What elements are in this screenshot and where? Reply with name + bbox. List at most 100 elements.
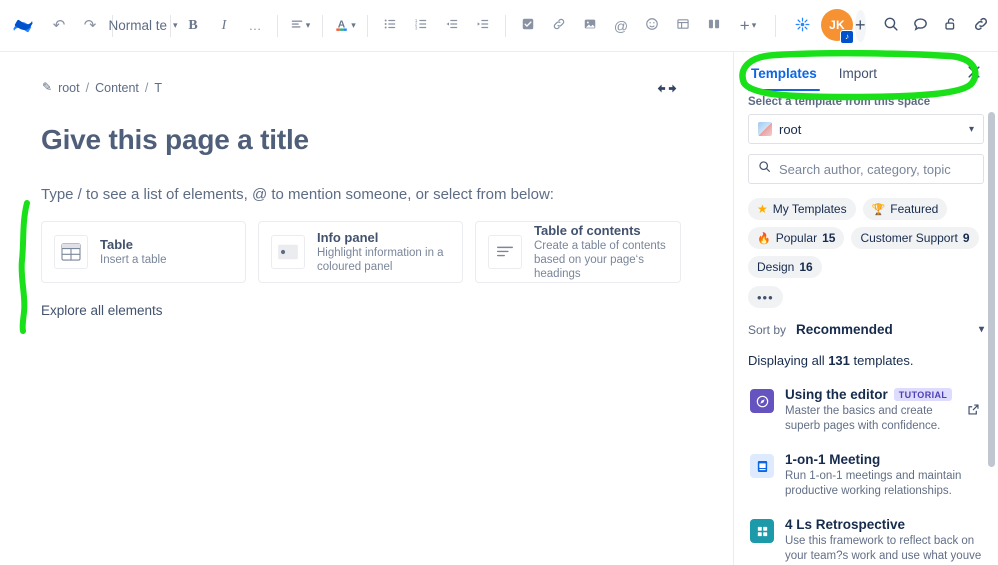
grid-icon [750,519,774,543]
external-link-icon[interactable] [967,403,982,419]
toolbar-divider [775,14,776,37]
copy-link-button[interactable] [966,11,996,41]
template-title: Using the editor [785,387,888,402]
text-color-icon: A [334,17,349,35]
text-color-button[interactable]: A ▾ [330,11,360,41]
bold-icon: B [188,17,198,33]
expand-width-icon[interactable] [656,82,678,98]
text-style-select[interactable]: Normal te ▾ [108,11,177,41]
breadcrumb-item-content[interactable]: Content [95,81,139,95]
image-button[interactable] [575,11,605,41]
element-card-table[interactable]: Table Insert a table [41,221,246,283]
comment-icon [912,16,929,36]
indent-button[interactable] [468,11,498,41]
task-button[interactable] [513,11,543,41]
results-count-text: Displaying all 131 templates. [748,353,984,368]
pencil-icon: ✎ [42,80,53,94]
element-card-title: Table [100,237,133,252]
search-input[interactable] [779,161,974,177]
chip-label: Design [757,260,795,274]
checkbox-task-icon [521,17,535,34]
toolbar-divider [367,14,368,37]
trophy-icon: 🏆 [871,203,886,216]
search-icon [758,160,771,178]
mention-button[interactable]: @ [606,11,636,41]
chip-label: Popular [775,231,818,245]
panel-scrollbar[interactable] [988,112,995,467]
breadcrumb-item-current[interactable]: T [154,81,162,95]
table-icon [676,17,690,34]
search-button[interactable] [876,11,906,41]
breadcrumb: ✎ root / Content / T [42,80,733,95]
breadcrumb-item-root[interactable]: root [58,81,80,95]
emoji-button[interactable] [637,11,667,41]
sort-select[interactable]: Recommended ▾ [796,322,984,337]
link-icon [552,17,566,34]
chip-my-templates[interactable]: ★ My Templates [748,198,856,220]
chip-design[interactable]: Design 16 [748,256,822,278]
lock-unlocked-icon [943,16,959,35]
element-card-desc: Create a table of contents based on your… [534,240,666,280]
list-item[interactable]: 1-on-1 Meeting Run 1-on-1 meetings and m… [748,443,984,508]
bullet-list-button[interactable] [375,11,405,41]
numbered-list-button[interactable]: 123 [406,11,436,41]
chevron-down-icon: ▾ [173,20,178,30]
search-icon [883,16,899,35]
element-card-list: Table Insert a table Info panel Highligh… [41,221,733,283]
element-card-desc: Insert a table [100,254,167,266]
chip-count: 9 [962,231,970,245]
comments-button[interactable] [906,11,936,41]
element-card-table-of-contents[interactable]: Table of contents Create a table of cont… [475,221,681,283]
table-button[interactable] [668,11,698,41]
tab-templates[interactable]: Templates [748,55,820,91]
explore-all-elements-link[interactable]: Explore all elements [41,303,163,318]
space-avatar-icon [758,122,772,136]
template-description: Master the basics and create superb page… [785,405,941,432]
chevron-down-icon: ▾ [305,20,311,30]
page-title[interactable]: Give this page a title [41,124,733,156]
outdent-button[interactable] [437,11,467,41]
italic-icon: I [221,17,227,33]
text-style-label: Normal te [108,18,167,33]
tab-import[interactable]: Import [836,55,880,91]
template-search-box[interactable] [748,154,984,184]
layout-columns-icon [707,17,721,34]
chip-featured[interactable]: 🏆 Featured [862,198,948,220]
chevron-down-icon: ▾ [978,324,984,335]
layout-button[interactable] [699,11,729,41]
undo-button[interactable]: ↶ [44,11,74,41]
chip-popular[interactable]: 🔥 Popular 15 [748,227,845,249]
space-select[interactable]: root ▾ [748,114,984,144]
more-formatting-button[interactable]: … [240,11,270,41]
chevron-down-icon: ▾ [351,20,356,30]
bold-button[interactable]: B [178,11,208,41]
chip-customer-support[interactable]: Customer Support 9 [851,227,979,249]
sort-label: Sort by [748,322,787,337]
chip-more-filters[interactable]: ••• [748,286,783,308]
results-suffix: templates. [849,353,914,368]
emoji-icon [645,17,659,34]
outdent-icon [445,17,459,34]
text-align-button[interactable]: ▾ [285,11,315,41]
close-icon[interactable] [964,63,984,84]
italic-button[interactable]: I [209,11,239,41]
sort-value: Recommended [796,322,893,337]
results-count: 131 [828,353,850,368]
element-card-info-panel[interactable]: Info panel Highlight information in a co… [258,221,463,283]
restrictions-button[interactable] [936,11,966,41]
confluence-logo-icon[interactable] [12,9,34,43]
filter-chip-list: ★ My Templates 🏆 Featured 🔥 Popular 15 C… [748,198,984,278]
redo-button[interactable]: ↷ [75,11,105,41]
plus-icon: + [739,16,750,35]
list-item[interactable]: Using the editor TUTORIAL Master the bas… [748,378,984,443]
templates-panel: Templates Import Select a template from … [733,52,998,565]
document-icon [750,454,774,478]
ai-button[interactable] [787,11,817,41]
list-item[interactable]: 4 Ls Retrospective Use this framework to… [748,508,984,565]
insert-menu-button[interactable]: + ▾ [733,11,763,41]
add-people-button[interactable]: + [855,9,866,42]
chip-count: 15 [822,231,836,245]
avatar[interactable]: JK ♪ [821,8,854,44]
link-button[interactable] [544,11,574,41]
chip-count: 16 [799,260,813,274]
